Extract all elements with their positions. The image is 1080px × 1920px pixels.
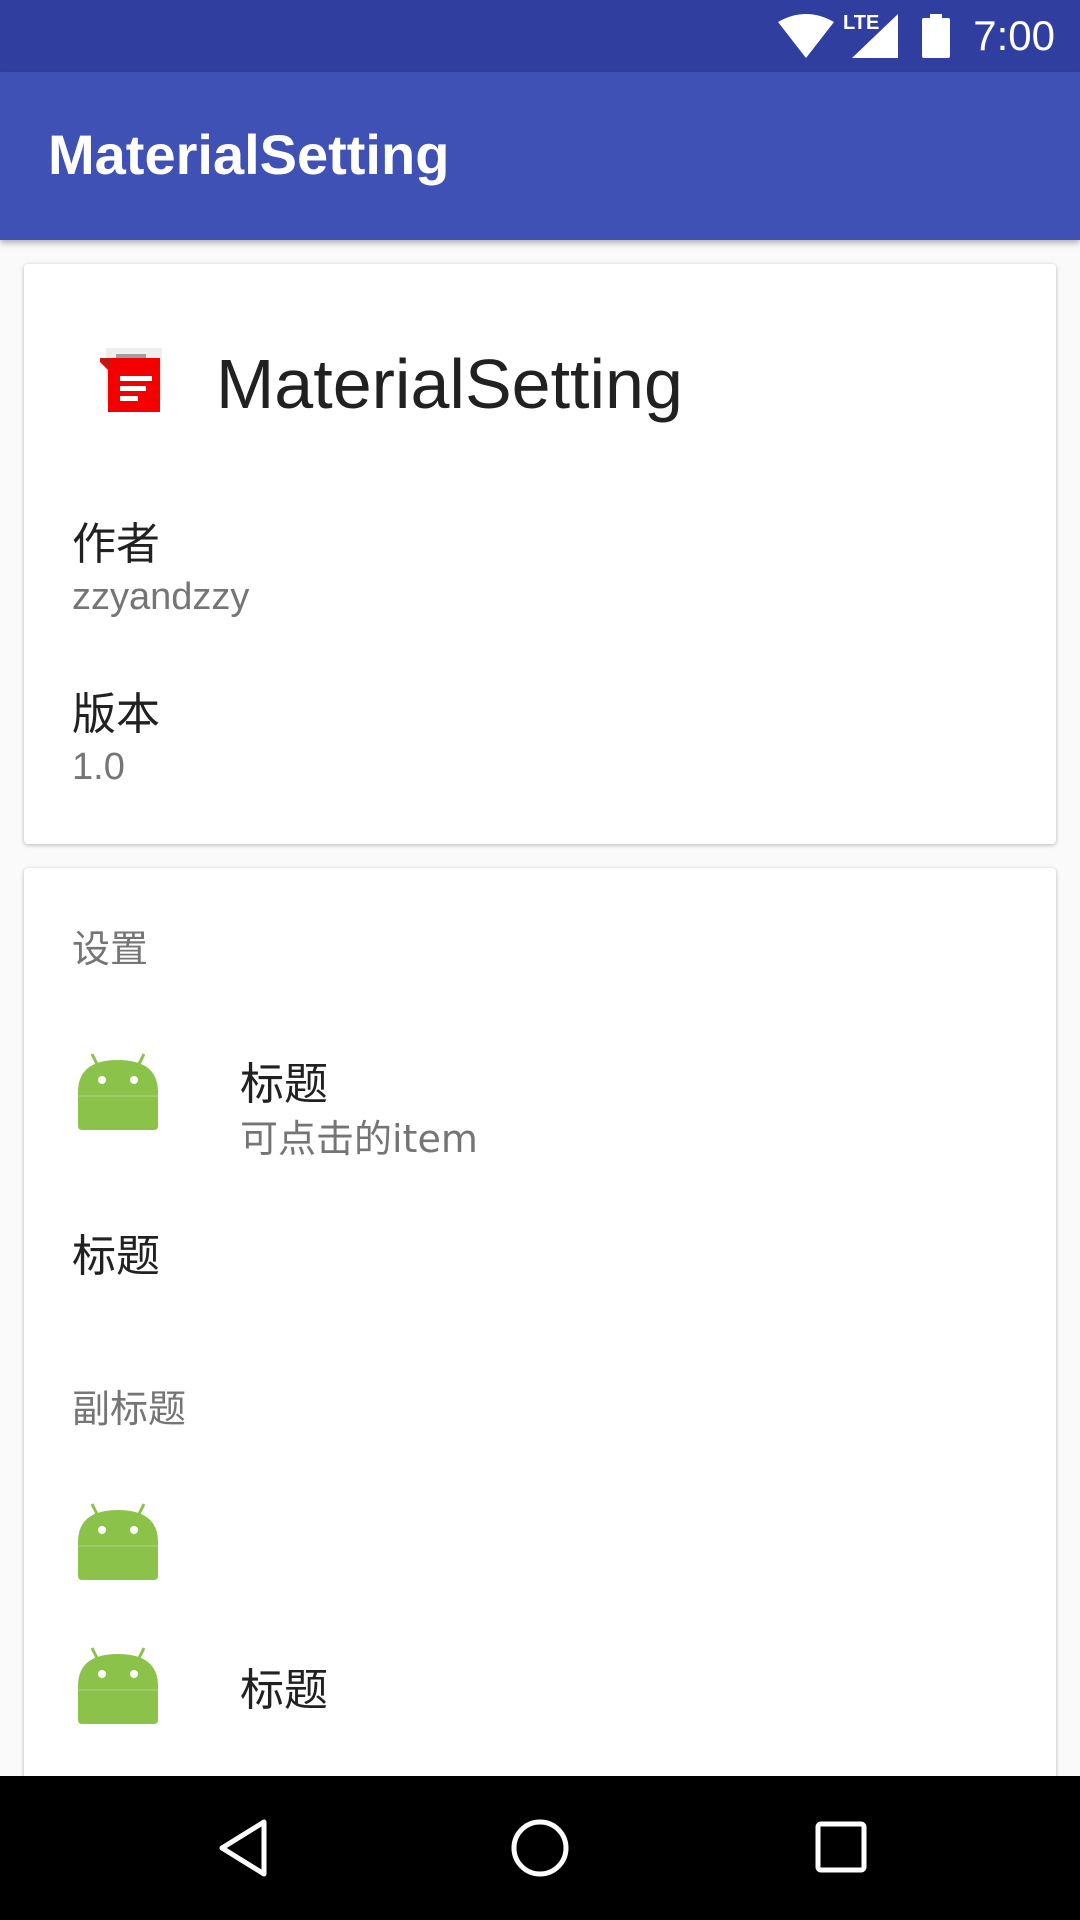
home-icon[interactable] bbox=[510, 1816, 570, 1880]
toolbar-title: MaterialSetting bbox=[48, 123, 450, 186]
app-name: MaterialSetting bbox=[216, 345, 683, 423]
app-toolbar: MaterialSetting bbox=[0, 72, 1080, 240]
recents-icon[interactable] bbox=[812, 1816, 868, 1880]
item-title: 标题 bbox=[240, 1059, 328, 1110]
settings-item-icon-only[interactable] bbox=[24, 1468, 1056, 1598]
app-logo-icon bbox=[100, 348, 162, 412]
android-icon bbox=[78, 1647, 158, 1724]
settings-item-title-only[interactable]: 标题 bbox=[24, 1208, 1056, 1308]
navigation-bar bbox=[0, 1776, 1080, 1920]
item-title: 标题 bbox=[72, 1231, 160, 1282]
settings-card: 设置 标题 可点击的item 标题 副标题 标题 bbox=[24, 868, 1056, 1888]
about-card: MaterialSetting 作者 zzyandzzy 版本 1.0 bbox=[24, 264, 1056, 844]
android-icon bbox=[78, 1053, 158, 1130]
settings-item-clickable[interactable]: 标题 可点击的item bbox=[24, 1018, 1056, 1161]
status-bar: LTE 7:00 bbox=[0, 0, 1080, 72]
author-value: zzyandzzy bbox=[72, 576, 250, 618]
item-subtitle: 可点击的item bbox=[240, 1117, 478, 1161]
back-icon[interactable] bbox=[214, 1816, 270, 1880]
settings-item-icon-title[interactable]: 标题 bbox=[24, 1612, 1056, 1742]
item-title: 标题 bbox=[240, 1665, 328, 1716]
author-label: 作者 bbox=[72, 519, 160, 570]
version-value: 1.0 bbox=[72, 746, 125, 788]
section-header-subtitle: 副标题 bbox=[72, 1387, 187, 1431]
wifi-icon bbox=[778, 14, 834, 58]
battery-icon bbox=[922, 14, 950, 58]
android-icon bbox=[78, 1503, 158, 1580]
cell-signal-icon bbox=[852, 14, 898, 58]
clock: 7:00 bbox=[973, 12, 1055, 59]
section-header-settings: 设置 bbox=[72, 927, 149, 971]
version-label: 版本 bbox=[72, 689, 160, 740]
